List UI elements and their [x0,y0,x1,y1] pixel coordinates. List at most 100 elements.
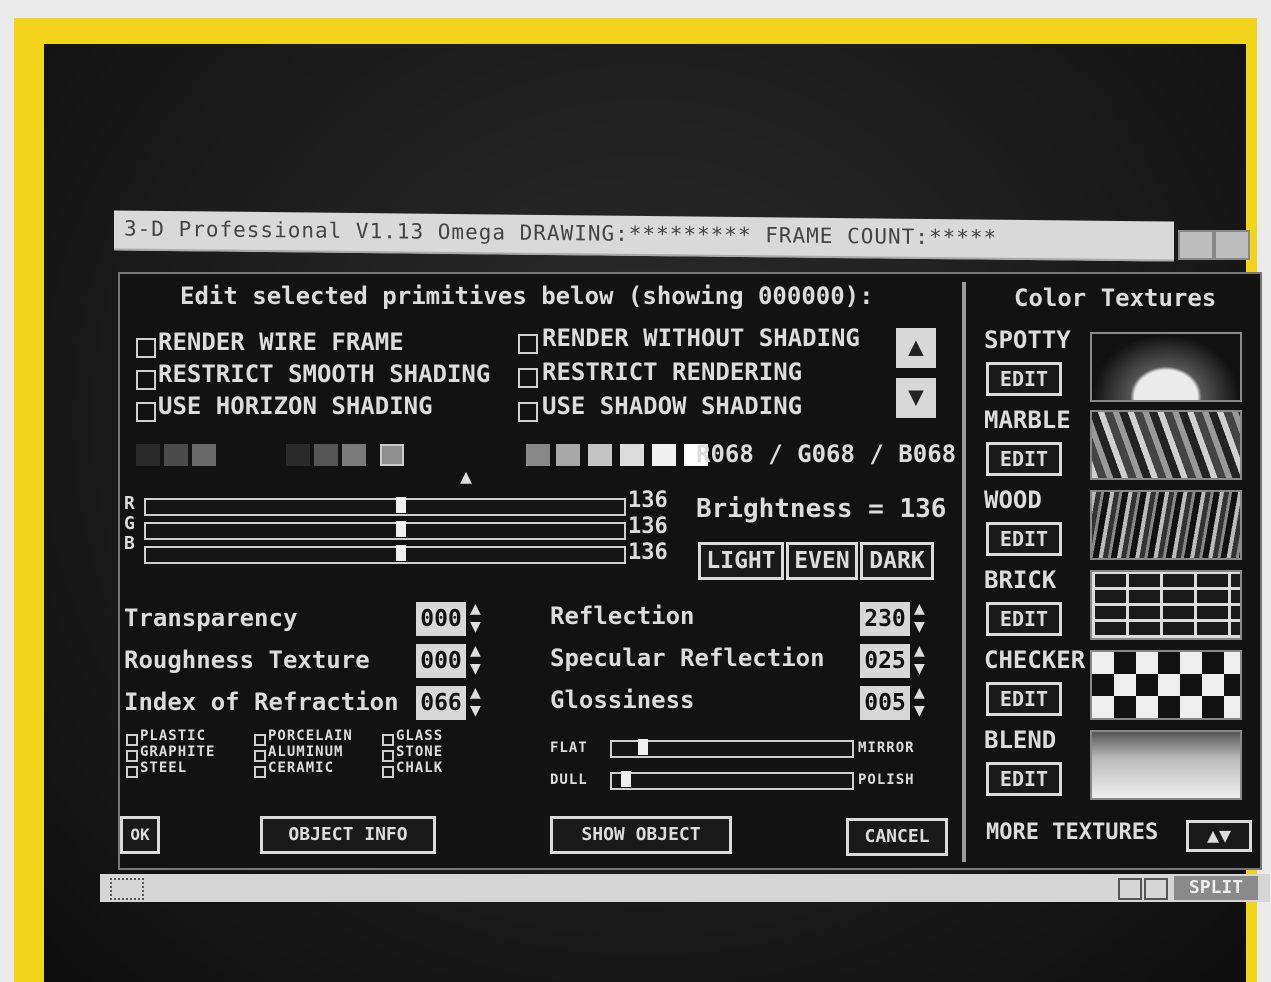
down-arrow-icon[interactable]: ▼ [896,378,936,418]
slider-knob[interactable] [621,771,632,787]
scroll-right-arrow-icon[interactable] [1144,878,1168,900]
texture-name: BLEND [984,726,1057,754]
edit-wood-button[interactable]: EDIT [986,522,1062,556]
object-info-button[interactable]: OBJECT INFO [260,816,436,854]
color-swatch[interactable] [652,444,676,466]
transparency-stepper-icon[interactable]: ▲ ▼ [470,600,490,640]
checker-texture-preview[interactable] [1090,650,1242,720]
color-swatch[interactable] [136,444,160,466]
material-checkbox[interactable] [254,766,266,778]
material-checkbox[interactable] [254,734,266,746]
bottom-scrollbar[interactable]: SPLIT [100,874,1270,902]
brick-texture-preview[interactable] [1090,570,1242,640]
color-swatch[interactable] [380,444,404,466]
dull-polish-slider[interactable] [610,771,854,790]
edit-blend-button[interactable]: EDIT [986,762,1062,796]
render-without-shading-checkbox[interactable] [518,334,538,354]
rgb-readout: R068 / G068 / B068 [696,440,957,468]
edit-checker-button[interactable]: EDIT [986,682,1062,716]
more-textures-arrows-icon[interactable]: ▲▼ [1186,820,1252,852]
edit-brick-button[interactable]: EDIT [986,602,1062,636]
color-swatches [136,444,708,468]
material-checkbox[interactable] [382,766,394,778]
transparency-value[interactable]: 000 [416,602,466,636]
up-arrow-icon[interactable]: ▲ [896,328,936,368]
split-button[interactable]: SPLIT [1174,876,1258,900]
glossiness-stepper-icon[interactable]: ▲ ▼ [914,684,934,724]
ok-button[interactable]: OK [120,816,160,854]
cancel-button[interactable]: CANCEL [846,818,948,856]
window-buttons [1178,230,1256,260]
roughness-stepper-icon[interactable]: ▲ ▼ [470,642,490,682]
color-swatch[interactable] [556,444,580,466]
scroll-left-icon[interactable] [110,878,144,900]
slider-knob[interactable] [395,521,406,537]
render-wire-frame-checkbox[interactable] [136,338,156,358]
color-swatch[interactable] [286,444,310,466]
blue-value: 136 [628,540,668,565]
material-label: CERAMIC [268,760,335,776]
restrict-smooth-shading-checkbox[interactable] [136,370,156,390]
edit-marble-button[interactable]: EDIT [986,442,1062,476]
color-swatch[interactable] [164,444,188,466]
resize-icon[interactable] [1214,230,1250,260]
roughness-value[interactable]: 000 [416,644,466,678]
use-shadow-shading-checkbox[interactable] [518,402,538,422]
render-option-label: RENDER WIRE FRAME [158,328,404,356]
light-button[interactable]: LIGHT [698,542,784,580]
specular-label: Specular Reflection [550,644,825,672]
color-swatch[interactable] [588,444,612,466]
green-slider[interactable] [144,521,626,540]
material-label: STEEL [140,760,188,776]
material-presets: PLASTIC GRAPHITE STEEL PORCELAIN ALUMINUM CER… [126,728,506,792]
color-swatch[interactable] [496,444,520,466]
blue-slider[interactable] [144,545,626,564]
scroll-left-arrow-icon[interactable] [1118,878,1142,900]
texture-name: BRICK [984,566,1057,594]
slider-knob[interactable] [395,545,406,561]
color-swatch[interactable] [620,444,644,466]
material-checkbox[interactable] [254,750,266,762]
render-option-label: RESTRICT SMOOTH SHADING [158,360,491,388]
reflection-stepper-icon[interactable]: ▲ ▼ [914,600,934,640]
specular-value[interactable]: 025 [860,644,910,678]
reflection-value[interactable]: 230 [860,602,910,636]
wood-texture-preview[interactable] [1090,490,1242,560]
refraction-value[interactable]: 066 [416,686,466,720]
red-slider[interactable] [144,497,626,516]
color-swatch[interactable] [314,444,338,466]
texture-name: WOOD [984,486,1042,514]
color-swatch[interactable] [192,444,216,466]
blend-texture-preview[interactable] [1090,730,1242,800]
show-object-button[interactable]: SHOW OBJECT [550,816,732,854]
slider-knob[interactable] [638,739,648,755]
title-bar[interactable]: 3-D Professional V1.13 Omega DRAWING:***… [114,210,1174,262]
glossiness-label: Glossiness [550,686,695,714]
restrict-rendering-checkbox[interactable] [518,368,538,388]
spotty-texture-preview[interactable] [1090,332,1242,402]
palette-pointer-icon: ▲ [460,464,473,488]
render-option-label: RESTRICT RENDERING [542,358,803,386]
refraction-stepper-icon[interactable]: ▲ ▼ [470,684,490,724]
flat-mirror-slider[interactable] [610,739,854,758]
use-horizon-shading-checkbox[interactable] [136,402,156,422]
edit-spotty-button[interactable]: EDIT [986,362,1062,396]
marble-texture-preview[interactable] [1090,410,1242,480]
color-swatch[interactable] [342,444,366,466]
material-checkbox[interactable] [382,734,394,746]
dark-button[interactable]: DARK [860,542,934,580]
material-label: GRAPHITE [140,744,216,760]
material-checkbox[interactable] [126,750,138,762]
material-label: STONE [396,744,444,760]
glossiness-value[interactable]: 005 [860,686,910,720]
material-checkbox[interactable] [382,750,394,762]
specular-stepper-icon[interactable]: ▲ ▼ [914,642,934,682]
material-checkbox[interactable] [126,766,138,778]
material-editor-panel: Edit selected primitives below (showing … [118,272,1262,870]
material-checkbox[interactable] [126,734,138,746]
reflection-label: Reflection [550,602,695,630]
depth-icon[interactable] [1178,230,1214,260]
even-button[interactable]: EVEN [786,542,858,580]
slider-knob[interactable] [395,497,406,513]
color-swatch[interactable] [526,444,550,466]
